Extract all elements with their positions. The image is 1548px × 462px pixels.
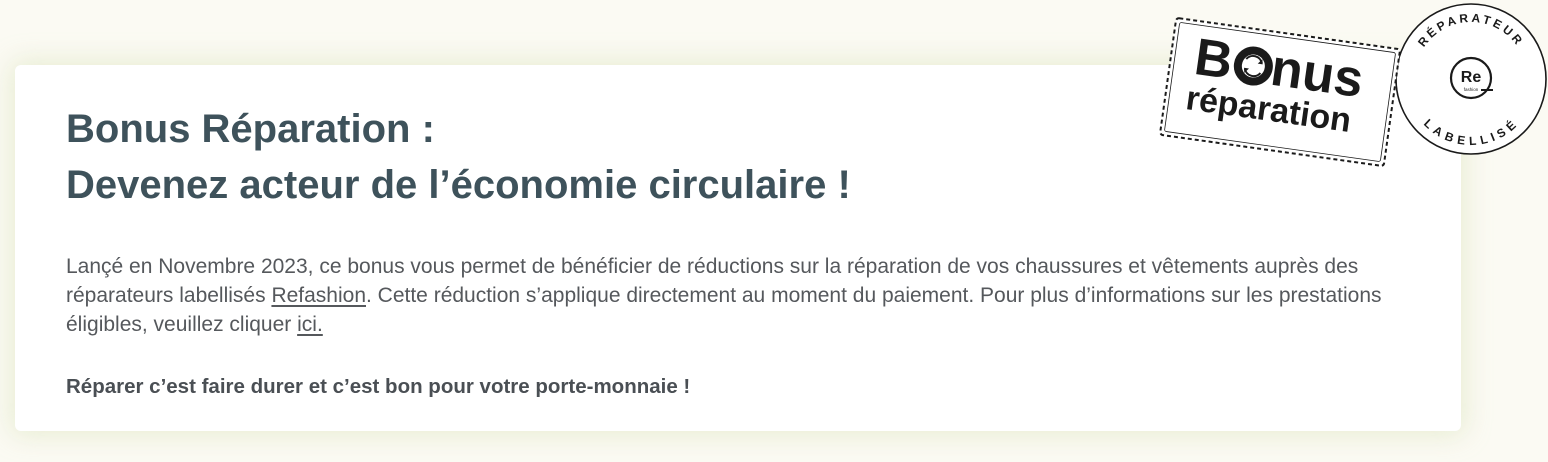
badges-group: RÉPARATEUR LABELLISÉ Re fashion B nus ré… [1150, 0, 1548, 180]
more-info-link[interactable]: ici. [297, 313, 323, 336]
description-paragraph: Lançé en Novembre 2023, ce bonus vous pe… [66, 252, 1406, 339]
reparateur-labellise-seal: RÉPARATEUR LABELLISÉ Re fashion [1395, 3, 1547, 155]
refashion-link[interactable]: Refashion [271, 284, 366, 307]
page-title: Bonus Réparation : Devenez acteur de l’é… [66, 101, 851, 213]
bonus-stamp: B nus réparation [1159, 17, 1401, 167]
tagline: Réparer c’est faire durer et c’est bon p… [66, 375, 691, 398]
title-line-2: Devenez acteur de l’économie circulaire … [66, 163, 851, 207]
title-line-1: Bonus Réparation : [66, 107, 435, 151]
bonus-reparation-badges: RÉPARATEUR LABELLISÉ Re fashion B nus ré… [1159, 3, 1547, 167]
seal-logo-text: Re [1461, 69, 1482, 86]
seal-logo-subtext: fashion [1464, 87, 1479, 92]
